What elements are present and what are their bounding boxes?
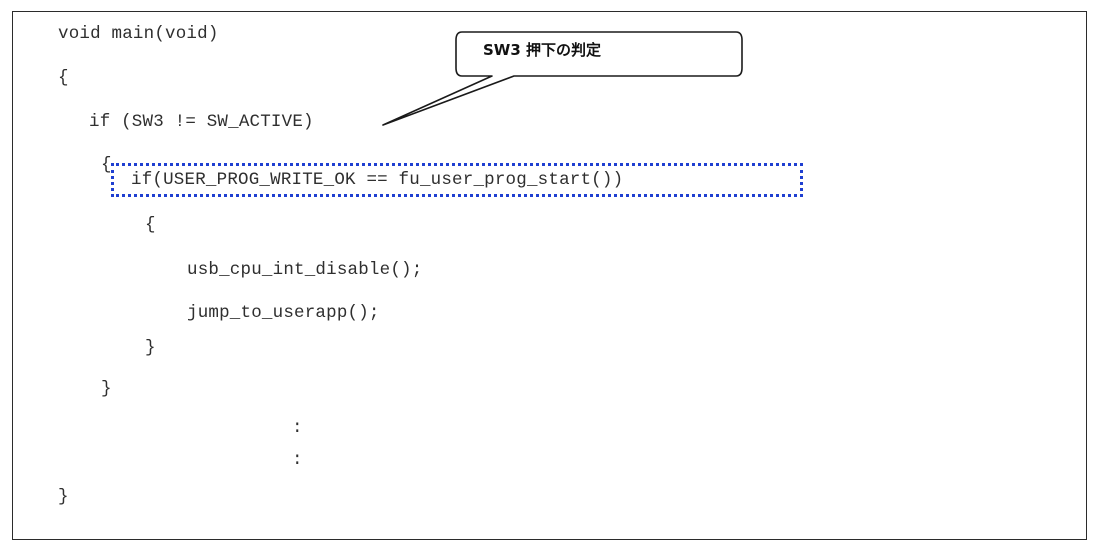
code-line-if-sw3: if (SW3 != SW_ACTIVE) bbox=[89, 112, 314, 132]
code-line-usb-disable: usb_cpu_int_disable(); bbox=[187, 260, 423, 280]
code-line-open-brace-inner: { bbox=[145, 215, 156, 235]
code-line-main-signature: void main(void) bbox=[58, 24, 219, 44]
code-line-jump-to-userapp: jump_to_userapp(); bbox=[187, 303, 380, 323]
code-line-close-brace-if: } bbox=[101, 379, 112, 399]
code-line-close-brace-inner: } bbox=[145, 338, 156, 358]
code-line-ellipsis-2: : bbox=[292, 450, 303, 470]
code-line-if-user-prog: if(USER_PROG_WRITE_OK == fu_user_prog_st… bbox=[131, 170, 624, 190]
code-line-open-brace-main: { bbox=[58, 68, 69, 88]
code-line-ellipsis-1: : bbox=[292, 418, 303, 438]
code-line-close-brace-main: } bbox=[58, 487, 69, 507]
callout-label: SW3 押下の判定 bbox=[483, 41, 602, 59]
code-listing-frame bbox=[12, 11, 1087, 540]
